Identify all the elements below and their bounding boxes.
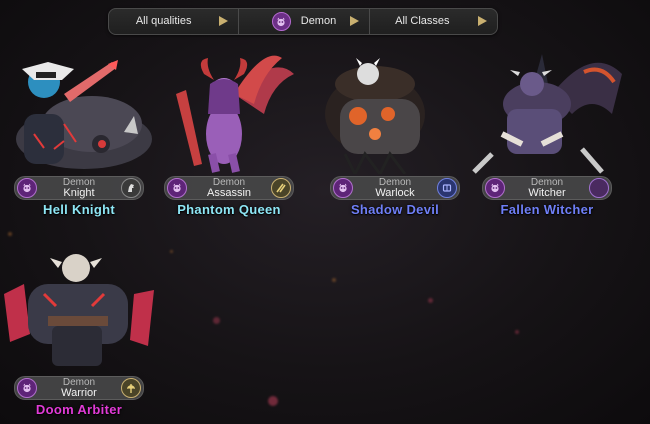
ember-particle: [268, 396, 278, 406]
class-label: Witcher: [528, 187, 566, 199]
demon-race-icon: [271, 12, 291, 31]
hero-name: Fallen Witcher: [500, 202, 594, 217]
hero-name: Hell Knight: [43, 202, 115, 217]
class-label: Warrior: [61, 387, 97, 399]
filter-bar: All qualities Demon All Classes: [108, 8, 498, 35]
spellbook-icon: [437, 178, 457, 198]
demon-race-icon: [333, 178, 353, 198]
ember-particle: [515, 330, 519, 334]
demon-race-icon: [485, 178, 505, 198]
class-label: Knight: [63, 187, 95, 199]
class-filter-dropdown[interactable]: All Classes: [368, 9, 497, 34]
hero-tag: Demon Knight: [14, 176, 144, 200]
play-arrow-icon: [219, 16, 229, 26]
ember-particle: [170, 250, 173, 253]
play-arrow-icon: [478, 16, 487, 26]
class-label: Assassin: [206, 187, 252, 199]
race-filter-dropdown[interactable]: Demon: [238, 9, 368, 34]
hero-tag: Demon Warrior: [14, 376, 144, 400]
quality-filter-label: All qualities: [135, 15, 192, 27]
hero-name: Shadow Devil: [350, 202, 440, 217]
hero-card-fallen-witcher[interactable]: Demon Witcher Fallen Witcher: [472, 54, 622, 217]
hero-card-hell-knight[interactable]: Demon Knight Hell Knight: [4, 54, 154, 217]
play-arrow-icon: [349, 16, 359, 26]
hero-name: Phantom Queen: [177, 202, 281, 217]
fallen-witcher-portrait: [472, 54, 622, 174]
crescent-icon: [589, 178, 609, 198]
demon-race-icon: [17, 178, 37, 198]
doom-arbiter-portrait: [4, 254, 154, 366]
axe-icon: [121, 378, 141, 398]
hell-knight-portrait: [16, 60, 152, 169]
hero-tag: Demon Witcher: [482, 176, 612, 200]
ember-particle: [8, 232, 12, 236]
ember-particle: [213, 317, 220, 324]
shadow-devil-portrait: [325, 58, 425, 174]
race-filter-label: Demon: [300, 15, 337, 27]
class-label: Warlock: [375, 187, 415, 199]
hero-card-phantom-queen[interactable]: Demon Assassin Phantom Queen: [154, 54, 304, 217]
hero-tag: Demon Assassin: [164, 176, 294, 200]
phantom-queen-portrait: [176, 55, 294, 173]
demon-race-icon: [167, 178, 187, 198]
hero-tag: Demon Warlock: [330, 176, 460, 200]
class-filter-label: All Classes: [395, 15, 450, 27]
horse-icon: [121, 178, 141, 198]
quality-filter-dropdown[interactable]: All qualities: [109, 9, 238, 34]
ember-particle: [428, 298, 433, 303]
demon-race-icon: [17, 378, 37, 398]
hero-name: Doom Arbiter: [35, 402, 123, 417]
hero-card-doom-arbiter[interactable]: Demon Warrior Doom Arbiter: [4, 254, 154, 417]
daggers-icon: [271, 178, 291, 198]
hero-card-shadow-devil[interactable]: Demon Warlock Shadow Devil: [320, 54, 470, 217]
ember-particle: [332, 278, 336, 282]
